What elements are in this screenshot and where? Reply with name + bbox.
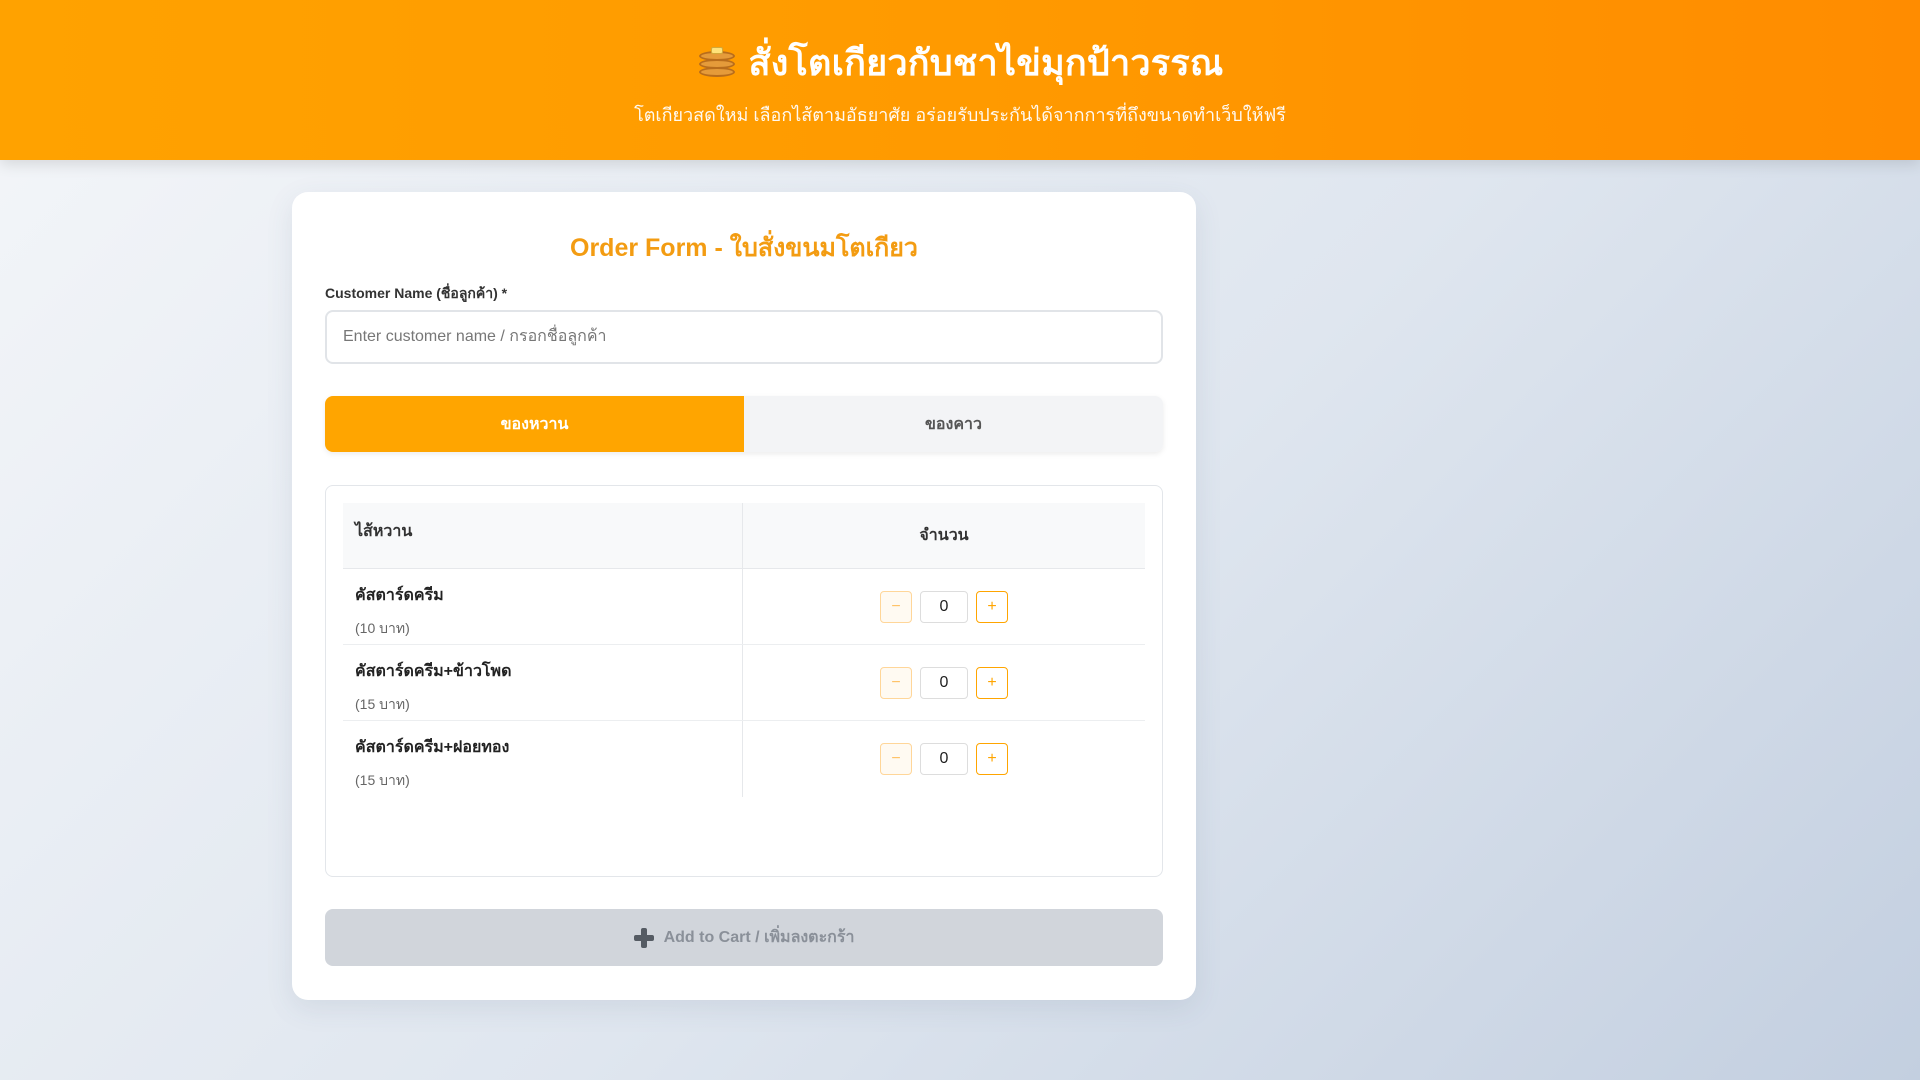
tab-sweet[interactable]: ของหวาน (325, 396, 744, 452)
quantity-stepper: − 0 + (743, 645, 1145, 720)
page-title: สั่งโตเกียวกับชาไข่มุกป้าวรรณ (0, 34, 1920, 91)
increase-button[interactable]: + (976, 666, 1008, 699)
page-title-text: สั่งโตเกียวกับชาไข่มุกป้าวรรณ (748, 42, 1224, 83)
item-price: (10 บาท) (355, 620, 410, 636)
increase-button[interactable]: + (976, 743, 1008, 775)
column-header-filling: ไส้หวาน (343, 503, 743, 568)
item-cell: คัสตาร์ดครีม+ข้าวโพด (15 บาท) (343, 645, 743, 720)
add-to-cart-button[interactable]: Add to Cart / เพิ่มลงตะกร้า (325, 909, 1163, 966)
table-header: ไส้หวาน จำนวน (343, 503, 1145, 569)
increase-button[interactable]: + (976, 590, 1008, 623)
item-cell: คัสตาร์ดครีม+ฝอยทอง (15 บาท) (343, 721, 743, 797)
category-tabs: ของหวาน ของคาว (325, 396, 1163, 452)
page-header: สั่งโตเกียวกับชาไข่มุกป้าวรรณ โตเกียวสดใ… (0, 0, 1920, 160)
item-cell: คัสตาร์ดครีม (10 บาท) (343, 569, 743, 644)
item-name: คัสตาร์ดครีม (355, 587, 444, 604)
quantity-stepper: − 0 + (743, 721, 1145, 797)
column-header-quantity: จำนวน (919, 527, 969, 544)
menu-table-box: ไส้หวาน จำนวน คัสตาร์ดครีม (10 บาท) − 0 … (325, 485, 1163, 877)
quantity-value[interactable]: 0 (920, 666, 968, 699)
table-row: คัสตาร์ดครีม (10 บาท) − 0 + (343, 569, 1145, 645)
add-to-cart-label: Add to Cart / เพิ่มลงตะกร้า (663, 929, 855, 946)
tab-savory[interactable]: ของคาว (744, 396, 1163, 452)
item-price: (15 บาท) (355, 772, 410, 788)
item-name: คัสตาร์ดครีม+ฝอยทอง (355, 739, 510, 756)
quantity-value[interactable]: 0 (920, 743, 968, 775)
decrease-button[interactable]: − (880, 666, 912, 699)
pancake-icon (697, 43, 737, 83)
form-title: Order Form - ใบสั่งขนมโตเกียว (570, 234, 918, 262)
item-name: คัสตาร์ดครีม+ข้าวโพด (355, 663, 512, 680)
order-form-card: Order Form - ใบสั่งขนมโตเกียว Customer N… (292, 192, 1196, 1000)
plus-icon (633, 927, 654, 948)
item-price: (15 บาท) (355, 696, 410, 712)
table-row: คัสตาร์ดครีม+ฝอยทอง (15 บาท) − 0 + (343, 721, 1145, 797)
table-row: คัสตาร์ดครีม+ข้าวโพด (15 บาท) − 0 + (343, 645, 1145, 721)
decrease-button[interactable]: − (880, 590, 912, 623)
customer-name-input[interactable] (325, 310, 1163, 364)
menu-table: ไส้หวาน จำนวน คัสตาร์ดครีม (10 บาท) − 0 … (343, 503, 1145, 797)
quantity-stepper: − 0 + (743, 569, 1145, 644)
customer-name-label: Customer Name (ชื่อลูกค้า) * (325, 285, 508, 301)
page-subtitle: โตเกียวสดใหม่ เลือกไส้ตามอัธยาศัย อร่อยร… (634, 105, 1286, 125)
quantity-value[interactable]: 0 (920, 590, 968, 623)
decrease-button[interactable]: − (880, 743, 912, 775)
